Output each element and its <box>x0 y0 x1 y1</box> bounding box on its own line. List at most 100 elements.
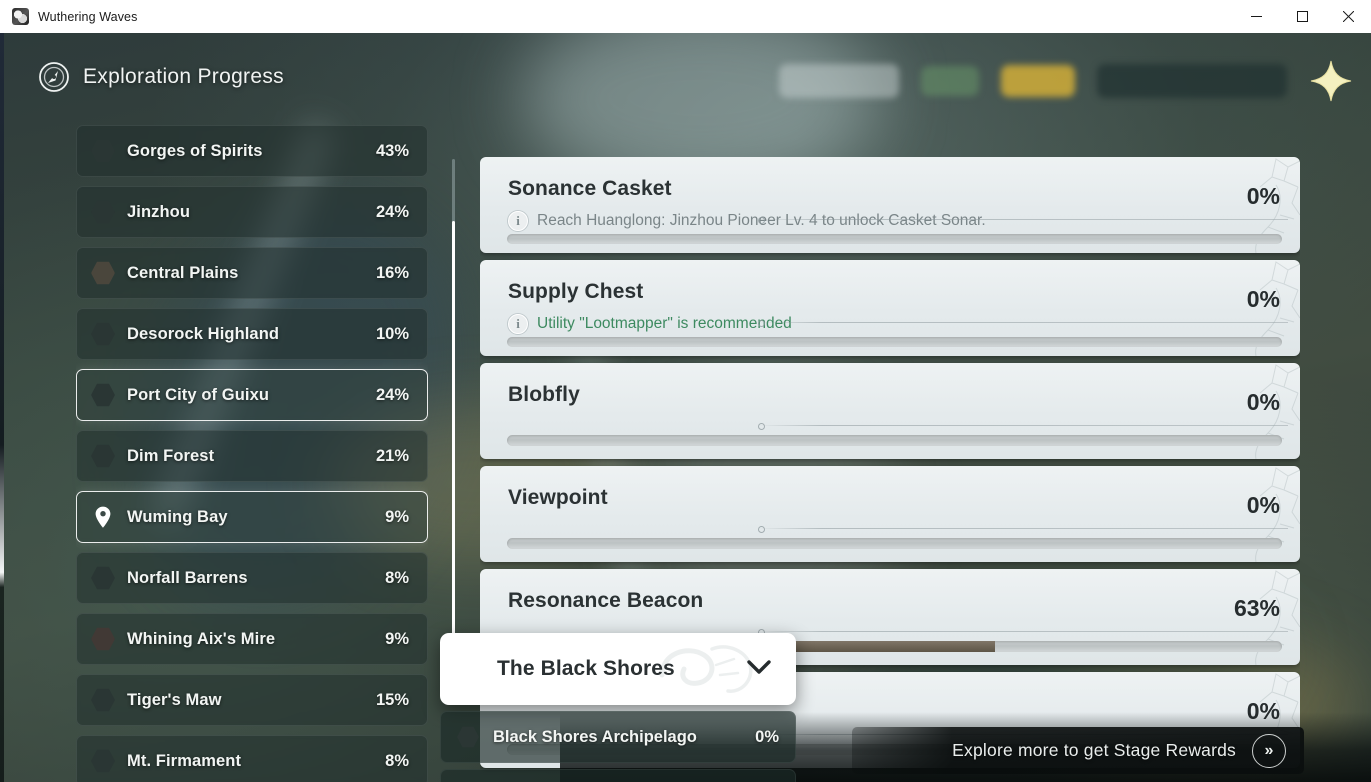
region-list-item-label: Central Plains <box>127 263 239 282</box>
card-divider <box>758 526 1288 533</box>
card-progress-bar <box>507 234 1282 244</box>
compass-icon <box>38 61 70 93</box>
region-dropdown-selected-label: The Black Shores <box>497 657 675 680</box>
region-list-item[interactable]: Jinzhou 24% <box>76 186 428 238</box>
region-list-item[interactable]: Gorges of Spirits 43% <box>76 125 428 177</box>
collectible-card[interactable]: Sonance Casket i Reach Huanglong: Jinzhou … <box>480 157 1300 253</box>
region-list-scrollbar-thumb[interactable] <box>452 221 455 649</box>
window-title: Wuthering Waves <box>38 9 138 24</box>
region-list-item-label: Tiger's Maw <box>127 690 222 709</box>
region-list-item-percent: 24% <box>375 385 409 404</box>
region-list-item-percent: 24% <box>375 202 409 221</box>
region-list-item-label: Mt. Firmament <box>127 751 242 770</box>
region-list-item-percent: 10% <box>375 324 409 343</box>
card-divider <box>758 423 1288 430</box>
card-subtitle-text: Utility "Lootmapper" is recommended <box>537 315 792 332</box>
collectible-card[interactable]: Blobfly 0% <box>480 363 1300 459</box>
collectible-card[interactable]: Supply Chest i Utility "Lootmapper" is rec… <box>480 260 1300 356</box>
region-list[interactable]: Gorges of Spirits 43% Jinzhou 24% Central Pl… <box>76 125 428 782</box>
region-list-item-percent: 15% <box>375 690 409 709</box>
card-divider <box>758 217 1288 224</box>
region-dropdown-option[interactable]: Black Shores Archipelago 0% <box>440 711 796 763</box>
region-list-item-label: Wuming Bay <box>127 507 228 526</box>
card-percent: 0% <box>1246 698 1280 724</box>
region-list-item[interactable]: Tiger's Maw 15% <box>76 674 428 726</box>
region-list-item-label: Port City of Guixu <box>127 385 270 404</box>
region-list-item[interactable]: Mt. Firmament 8% <box>76 735 428 782</box>
region-list-item-label: Gorges of Spirits <box>127 141 263 160</box>
close-button[interactable] <box>1325 0 1371 33</box>
card-title: Viewpoint <box>508 486 608 509</box>
region-list-item[interactable]: Dim Forest 21% <box>76 430 428 482</box>
hud-chip-energy[interactable] <box>921 66 979 96</box>
region-dropdown-option[interactable]: Tethys' Deep0% <box>440 769 796 782</box>
card-divider <box>758 629 1288 636</box>
hud-right-cluster <box>779 53 1353 109</box>
hex-icon <box>91 566 115 590</box>
maximize-button[interactable] <box>1279 0 1325 33</box>
card-divider <box>758 320 1288 327</box>
card-progress-bar <box>507 538 1282 549</box>
hex-icon <box>91 261 115 285</box>
hex-icon <box>457 726 479 748</box>
card-percent: 0% <box>1246 183 1280 209</box>
region-list-item[interactable]: Central Plains 16% <box>76 247 428 299</box>
hud-chip-avatar[interactable] <box>779 64 899 98</box>
page-title: Exploration Progress <box>38 61 284 93</box>
hex-icon <box>91 200 115 224</box>
hud-chip-currency[interactable] <box>1001 65 1075 97</box>
region-list-item[interactable]: Port City of Guixu 24% <box>76 369 428 421</box>
map-pin-icon <box>91 505 115 529</box>
region-list-item-label: Desorock Highland <box>127 324 280 343</box>
region-list-item-percent: 9% <box>385 629 409 648</box>
card-subtitle: i Utility "Lootmapper" is recommended <box>508 314 792 334</box>
hud-chip-resources[interactable] <box>1097 64 1287 98</box>
hex-icon <box>91 383 115 407</box>
region-list-item[interactable]: Whining Aix's Mire 9% <box>76 613 428 665</box>
region-list-item-percent: 43% <box>375 141 409 160</box>
region-list-item[interactable]: Desorock Highland 10% <box>76 308 428 360</box>
card-title: Blobfly <box>508 383 580 406</box>
game-viewport: Exploration Progress Gorges of Spirits 43… <box>0 33 1371 782</box>
region-list-item-label: Dim Forest <box>127 446 215 465</box>
region-list-item[interactable]: Wuming Bay 9% <box>76 491 428 543</box>
card-percent: 63% <box>1233 595 1280 621</box>
chevron-down-icon[interactable] <box>746 659 772 680</box>
region-list-item-label: Whining Aix's Mire <box>127 629 276 648</box>
collectible-card[interactable]: Viewpoint 0% <box>480 466 1300 562</box>
viewport-left-edge <box>0 33 4 782</box>
stage-rewards-bar[interactable]: Explore more to get Stage Rewards » <box>852 727 1304 774</box>
hex-icon <box>91 688 115 712</box>
region-list-item-percent: 8% <box>385 568 409 587</box>
region-list-item-label: Norfall Barrens <box>127 568 248 587</box>
region-list-item-label: Jinzhou <box>127 202 191 221</box>
card-progress-bar <box>507 337 1282 347</box>
region-dropdown-option-percent: 0% <box>755 727 779 746</box>
region-dropdown[interactable]: The Black Shores Black Shores Archipelag… <box>440 633 796 782</box>
card-title: Resonance Beacon <box>508 589 704 612</box>
star-icon[interactable] <box>1309 59 1353 103</box>
card-percent: 0% <box>1246 389 1280 415</box>
region-list-item-percent: 9% <box>385 507 409 526</box>
region-dropdown-toggle[interactable]: The Black Shores <box>440 633 796 705</box>
minimize-button[interactable] <box>1233 0 1279 33</box>
info-icon[interactable]: i <box>508 211 528 231</box>
region-list-scrollbar[interactable] <box>452 159 455 651</box>
card-title: Supply Chest <box>508 280 644 303</box>
region-dropdown-options[interactable]: Black Shores Archipelago 0% Tethys' Deep0% <box>440 711 796 782</box>
card-subtitle: i Reach Huanglong: Jinzhou Pioneer Lv. 4 … <box>508 211 986 231</box>
double-chevron-right-icon[interactable]: » <box>1252 733 1286 768</box>
app-icon <box>12 8 29 25</box>
info-icon[interactable]: i <box>508 314 528 334</box>
window-controls <box>1233 0 1371 33</box>
region-list-item-percent: 21% <box>375 446 409 465</box>
card-percent: 0% <box>1246 286 1280 312</box>
page-title-text: Exploration Progress <box>83 65 284 88</box>
hex-icon <box>91 322 115 346</box>
region-list-item[interactable]: Norfall Barrens 8% <box>76 552 428 604</box>
hex-icon <box>91 749 115 773</box>
stage-rewards-label: Explore more to get Stage Rewards <box>952 740 1236 760</box>
card-progress-bar <box>507 435 1282 446</box>
region-list-item-percent: 8% <box>385 751 409 770</box>
window-titlebar: Wuthering Waves <box>0 0 1371 33</box>
